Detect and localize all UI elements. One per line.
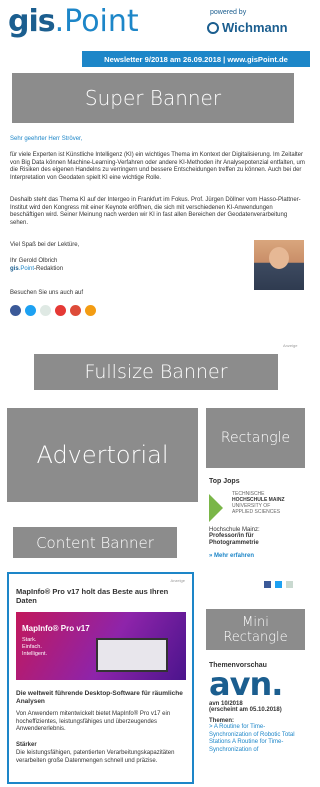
super-banner[interactable]: Super Banner <box>12 73 294 123</box>
editor-photo <box>254 240 304 290</box>
editor-face <box>269 247 289 269</box>
mapinfo-starker: Stärker <box>16 742 37 748</box>
anzeige-label: Anzeige <box>283 343 298 348</box>
mapinfo-starker-body: Die leistungsfähigen, patentierten Verar… <box>16 750 175 764</box>
mini-rectangle-banner[interactable]: Mini Rectangle <box>206 609 305 650</box>
advertorial-banner[interactable]: Advertorial <box>7 408 198 502</box>
hochschule-mainz-logo[interactable]: TECHNISCHE HOCHSCHULE MAINZ UNIVERSITY O… <box>206 491 308 525</box>
mapinfo-anzeige-label: Anzeige <box>170 578 185 583</box>
powered-by-label: powered by <box>210 9 247 16</box>
green-arrow-icon <box>209 494 223 522</box>
mapinfo-subtitle: Die weltweit führende Desktop-Software f… <box>16 690 183 705</box>
mapinfo-title: MapInfo® Pro v17 holt das Beste aus Ihre… <box>16 587 169 605</box>
letter-paragraph-1: für viele Experten ist Künstliche Intell… <box>10 152 305 181</box>
mapinfo-ad[interactable]: Anzeige MapInfo® Pro v17 holt das Beste … <box>7 572 194 784</box>
signature: Ihr Gerold Olbrich gis.Point-Redaktion <box>10 258 64 272</box>
newsletter-bar: Newsletter 9/2018 am 26.09.2018 | www.gi… <box>82 51 310 67</box>
mapinfo-body: Von Anwendern mitentwickelt bietet MapIn… <box>16 711 171 732</box>
fullsize-banner[interactable]: Fullsize Banner <box>34 354 278 390</box>
header: gis.Point powered by Wichmann Newsletter… <box>0 0 310 70</box>
more-link[interactable]: » Mehr erfahren <box>209 553 308 559</box>
job-title[interactable]: Professor/in für Photogrammetrie <box>209 533 301 547</box>
twitter-icon[interactable] <box>25 305 36 316</box>
top-jobs-box: Top Jops TECHNISCHE HOCHSCHULE MAINZ UNI… <box>206 474 308 594</box>
youtube-icon[interactable] <box>55 305 66 316</box>
greeting: Sehr geehrter Herr Ströver, <box>10 136 83 142</box>
issue-date: (erscheint am 05.10.2018) <box>209 707 282 713</box>
avn-logo[interactable]: avn. <box>209 667 308 701</box>
rss-icon[interactable] <box>85 305 96 316</box>
top-jobs-title: Top Jops <box>209 478 240 485</box>
xing-icon[interactable] <box>286 581 293 588</box>
letter-paragraph-2: Deshalb steht das Thema KI auf der Inter… <box>10 197 301 226</box>
facebook-icon[interactable] <box>10 305 21 316</box>
xing-icon[interactable] <box>40 305 51 316</box>
letter-paragraph-3: Viel Spaß bei der Lektüre, <box>10 242 80 248</box>
twitter-icon[interactable] <box>275 581 282 588</box>
wichmann-icon <box>207 21 219 34</box>
laptop-icon <box>96 638 168 672</box>
wichmann-logo[interactable]: Wichmann <box>207 20 288 35</box>
themenvorschau-box: Themenvorschau avn. avn 10/2018 (erschei… <box>206 658 308 787</box>
facebook-icon[interactable] <box>264 581 271 588</box>
mapinfo-banner-image: MapInfo® Pro v17 Stark. Einfach. Intelli… <box>16 612 186 680</box>
content-banner[interactable]: Content Banner <box>13 527 177 558</box>
themen-item[interactable]: > A Routine for Time-Synchronization of … <box>209 724 304 754</box>
gispoint-logo[interactable]: gis.Point <box>8 4 139 39</box>
google-plus-icon[interactable] <box>70 305 81 316</box>
social-icons <box>10 305 100 316</box>
visit-us-label: Besuchen Sie uns auch auf <box>10 290 84 296</box>
rectangle-banner[interactable]: Rectangle <box>206 408 305 468</box>
